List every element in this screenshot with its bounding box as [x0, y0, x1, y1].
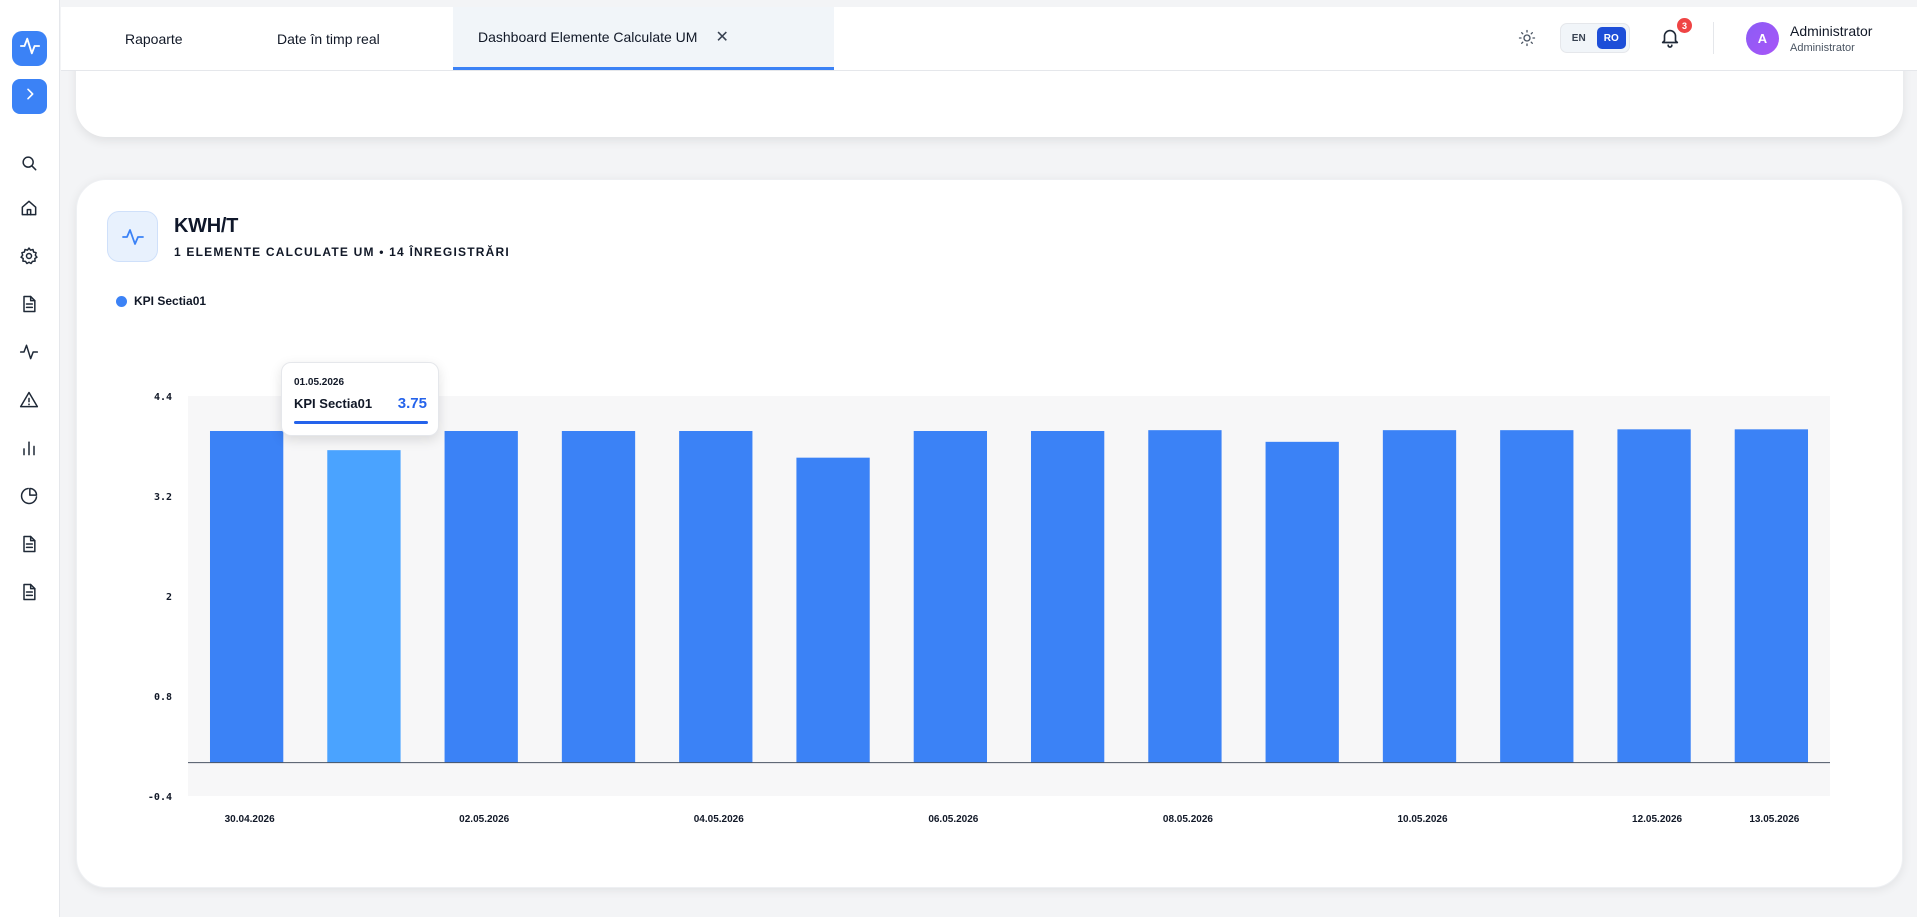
tab-rapoarte[interactable]: Rapoarte	[100, 7, 208, 70]
top-header: Rapoarte Date în timp real Dashboard Ele…	[61, 0, 1917, 71]
notification-count-badge: 3	[1677, 18, 1692, 33]
tab-label: Rapoarte	[125, 30, 183, 47]
tab-dashboard-elemente-calculate[interactable]: Dashboard Elemente Calculate UM ✕	[453, 7, 834, 70]
x-tick-label: 02.05.2026	[459, 814, 509, 825]
language-option-en[interactable]: EN	[1564, 27, 1594, 49]
bar	[444, 431, 518, 763]
user-name[interactable]: Administrator	[1790, 23, 1872, 39]
bar	[1617, 429, 1691, 763]
theme-toggle-button[interactable]	[1515, 26, 1539, 50]
tooltip-date: 01.05.2026	[294, 377, 345, 388]
language-switch: EN RO	[1560, 23, 1630, 53]
tooltip-series-name: KPI Sectia01	[294, 396, 373, 411]
tooltip-value: 3.75	[397, 395, 427, 412]
bar	[327, 450, 401, 763]
tooltip-series-indicator	[294, 421, 428, 424]
x-tick-label: 13.05.2026	[1749, 814, 1799, 825]
bar	[1030, 431, 1105, 763]
avatar[interactable]: A	[1746, 22, 1779, 55]
plot-area	[188, 396, 1830, 796]
top-strip	[61, 0, 1917, 7]
y-tick-label: 2	[166, 592, 172, 603]
bar	[209, 431, 284, 763]
tab-label: Date în timp real	[277, 30, 380, 47]
bar	[1500, 430, 1574, 763]
y-tick-label: -0.4	[148, 792, 172, 803]
bar	[1734, 429, 1809, 763]
x-tick-label: 30.04.2026	[225, 814, 275, 825]
y-tick-label: 4.4	[154, 392, 172, 403]
bar	[796, 457, 870, 763]
bar	[679, 431, 753, 763]
bar	[1265, 441, 1339, 763]
y-tick-label: 3.2	[154, 492, 172, 503]
user-role: Administrator	[1790, 42, 1855, 54]
bar	[1382, 430, 1457, 763]
x-tick-label: 10.05.2026	[1397, 814, 1447, 825]
tab-label: Dashboard Elemente Calculate UM	[478, 29, 698, 45]
tab-date-timp-real[interactable]: Date în timp real	[252, 7, 405, 70]
x-tick-label: 06.05.2026	[928, 814, 978, 825]
header-divider	[1713, 22, 1714, 54]
x-tick-label: 12.05.2026	[1632, 814, 1682, 825]
bar	[1148, 430, 1222, 763]
bar-chart: 4.4 3.2 2 0.8 -0.4 30.04.2026 02.05.2026 04.05.…	[148, 392, 1830, 825]
y-tick-label: 0.8	[154, 692, 172, 703]
bar	[561, 431, 636, 763]
chart-tooltip: 01.05.2026 KPI Sectia01 3.75	[281, 362, 439, 436]
x-tick-label: 04.05.2026	[694, 814, 744, 825]
close-icon[interactable]: ✕	[715, 27, 728, 47]
language-option-ro[interactable]: RO	[1596, 27, 1626, 49]
x-tick-label: 08.05.2026	[1163, 814, 1213, 825]
sun-icon	[1518, 29, 1536, 47]
bar	[913, 431, 988, 763]
